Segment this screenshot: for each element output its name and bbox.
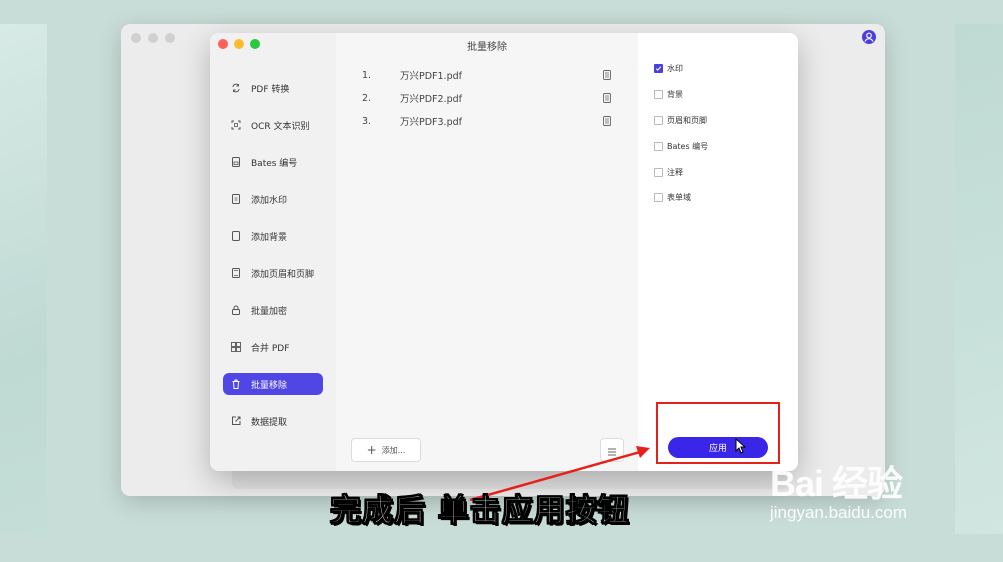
option-label: 水印 bbox=[667, 64, 683, 73]
window-controls bbox=[218, 39, 260, 49]
sidebar-item-ocr[interactable]: OCR 文本识别 bbox=[223, 114, 323, 136]
zoom-window-button[interactable] bbox=[250, 39, 260, 49]
sidebar-item-label: 添加水印 bbox=[251, 195, 288, 206]
checkbox-icon[interactable] bbox=[654, 116, 663, 125]
baidu-jingyan-watermark: Bai 经验 jingyan.baidu.com bbox=[770, 455, 907, 523]
checkbox-icon[interactable] bbox=[654, 142, 663, 151]
user-avatar-icon[interactable] bbox=[862, 30, 876, 44]
extract-icon bbox=[231, 416, 241, 426]
tutorial-caption: 完成后 单击应用按钮 bbox=[330, 493, 630, 530]
option-bates[interactable]: Bates 编号 bbox=[654, 141, 708, 152]
sidebar-item-bates[interactable]: Bates 编号 bbox=[223, 151, 323, 173]
mouse-cursor-icon bbox=[735, 437, 747, 458]
merge-icon bbox=[231, 342, 241, 352]
sidebar-item-add-background[interactable]: 添加背景 bbox=[223, 225, 323, 247]
checkbox-icon[interactable] bbox=[654, 90, 663, 99]
file-index: 3. bbox=[362, 115, 372, 127]
option-label: 背景 bbox=[667, 90, 683, 99]
file-list-panel: 批量移除 1. 万兴PDF1.pdf 2. 万兴PDF2.pdf 3. 万兴PD… bbox=[336, 33, 638, 471]
sidebar-item-label: 添加页眉和页脚 bbox=[251, 269, 315, 280]
checkbox-checked-icon[interactable] bbox=[654, 64, 663, 73]
option-label: 页眉和页脚 bbox=[667, 116, 707, 125]
option-watermark[interactable]: 水印 bbox=[654, 63, 683, 74]
sidebar-item-add-watermark[interactable]: 添加水印 bbox=[223, 188, 323, 210]
file-details-icon[interactable] bbox=[602, 93, 612, 103]
ocr-icon bbox=[231, 120, 241, 130]
sidebar-nav: PDF 转换 OCR 文本识别 Bates 编号 添加水印 添加背景 添加页眉和… bbox=[223, 77, 323, 447]
convert-icon bbox=[231, 83, 241, 93]
sidebar-item-pdf-convert[interactable]: PDF 转换 bbox=[223, 77, 323, 99]
file-row[interactable]: 3. 万兴PDF3.pdf bbox=[362, 114, 612, 128]
watermark-url: jingyan.baidu.com bbox=[770, 503, 908, 522]
lock-icon bbox=[231, 305, 241, 315]
option-annotations[interactable]: 注释 bbox=[654, 167, 683, 178]
checkbox-icon[interactable] bbox=[654, 168, 663, 177]
sidebar: PDF 转换 OCR 文本识别 Bates 编号 添加水印 添加背景 添加页眉和… bbox=[210, 33, 337, 471]
list-view-button[interactable] bbox=[600, 438, 624, 462]
sidebar-item-label: 合并 PDF bbox=[251, 343, 290, 354]
header-footer-icon bbox=[231, 268, 241, 278]
background-icon bbox=[231, 231, 241, 241]
sidebar-item-batch-remove[interactable]: 批量移除 bbox=[223, 373, 323, 395]
sidebar-item-label: Bates 编号 bbox=[251, 158, 298, 169]
file-index: 2. bbox=[362, 92, 372, 104]
option-header-footer[interactable]: 页眉和页脚 bbox=[654, 115, 707, 126]
plus-icon: + bbox=[366, 443, 377, 457]
sidebar-item-label: 添加背景 bbox=[251, 232, 288, 243]
close-window-button[interactable] bbox=[218, 39, 228, 49]
background-window-controls bbox=[131, 33, 175, 43]
file-details-icon[interactable] bbox=[602, 116, 612, 126]
file-name: 万兴PDF1.pdf bbox=[400, 71, 462, 82]
sidebar-item-merge-pdf[interactable]: 合并 PDF bbox=[223, 336, 323, 358]
window-title: 批量移除 bbox=[467, 42, 507, 53]
sidebar-item-header-footer[interactable]: 添加页眉和页脚 bbox=[223, 262, 323, 284]
file-row[interactable]: 1. 万兴PDF1.pdf bbox=[362, 68, 612, 82]
list-icon bbox=[607, 441, 617, 460]
highlight-box bbox=[656, 402, 780, 464]
file-index: 1. bbox=[362, 69, 372, 81]
trash-icon bbox=[231, 379, 241, 389]
file-name: 万兴PDF2.pdf bbox=[400, 94, 462, 105]
watermark-icon bbox=[231, 194, 241, 204]
add-files-label: 添加... bbox=[381, 445, 406, 455]
option-form-fields[interactable]: 表单域 bbox=[654, 192, 691, 203]
add-files-button[interactable]: + 添加... bbox=[351, 438, 421, 462]
checkbox-icon[interactable] bbox=[654, 193, 663, 202]
file-name: 万兴PDF3.pdf bbox=[400, 117, 462, 128]
sidebar-item-label: 数据提取 bbox=[251, 417, 288, 428]
bates-icon bbox=[231, 157, 241, 167]
sidebar-item-data-extract[interactable]: 数据提取 bbox=[223, 410, 323, 432]
sidebar-item-label: 批量移除 bbox=[251, 380, 288, 391]
option-label: 表单域 bbox=[667, 193, 691, 202]
sidebar-item-label: OCR 文本识别 bbox=[251, 121, 310, 132]
sidebar-item-label: PDF 转换 bbox=[251, 84, 290, 95]
option-label: Bates 编号 bbox=[667, 142, 709, 151]
option-label: 注释 bbox=[667, 168, 683, 177]
minimize-window-button[interactable] bbox=[234, 39, 244, 49]
file-details-icon[interactable] bbox=[602, 70, 612, 80]
sidebar-item-label: 批量加密 bbox=[251, 306, 288, 317]
watermark-logo: Bai 经验 bbox=[770, 463, 903, 504]
sidebar-item-batch-encrypt[interactable]: 批量加密 bbox=[223, 299, 323, 321]
option-background[interactable]: 背景 bbox=[654, 89, 683, 100]
file-row[interactable]: 2. 万兴PDF2.pdf bbox=[362, 91, 612, 105]
